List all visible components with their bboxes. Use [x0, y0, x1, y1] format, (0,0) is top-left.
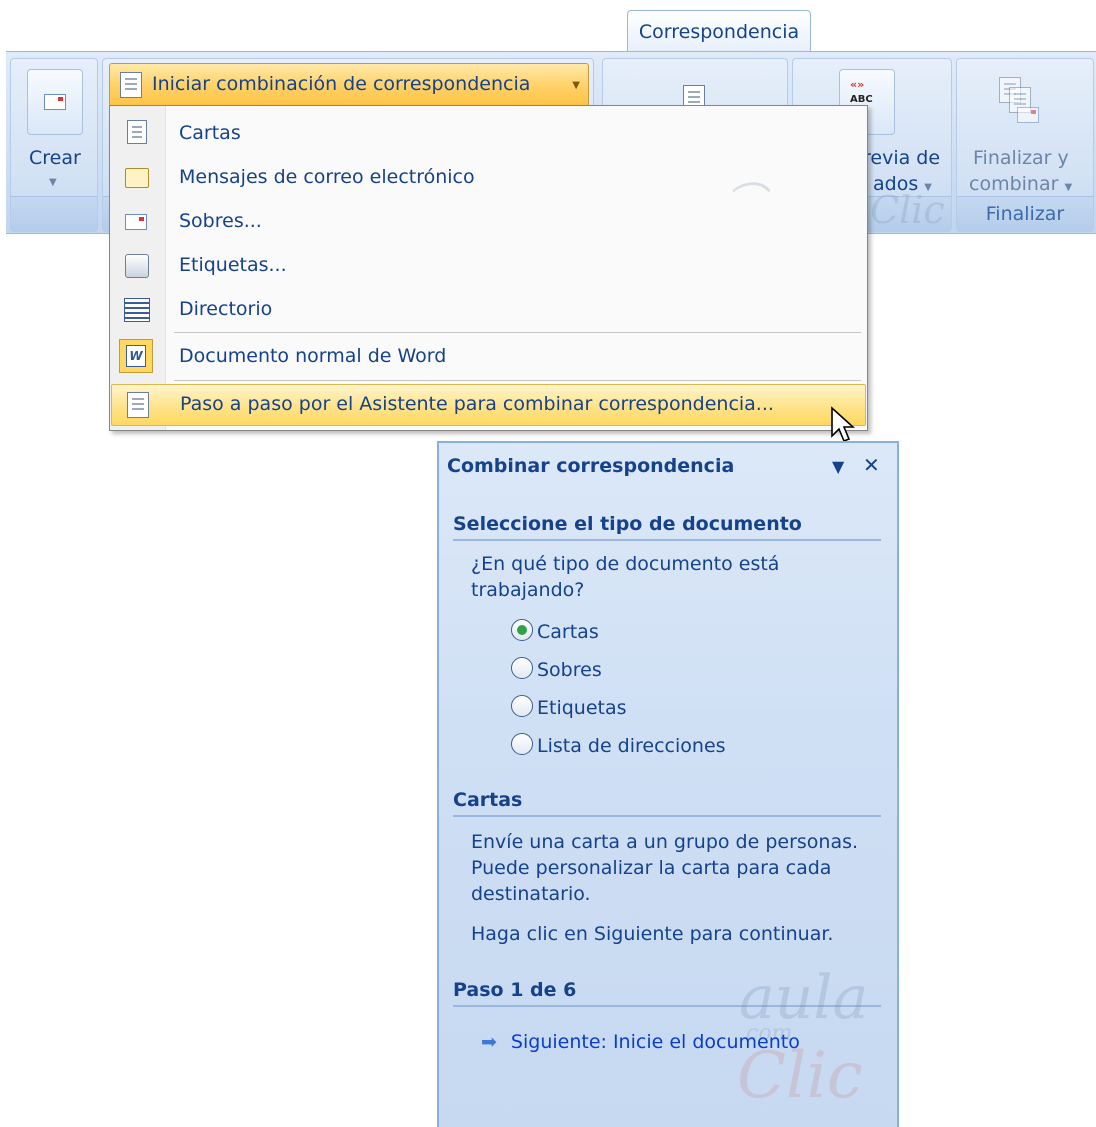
watermark-mouse: ⌒	[725, 180, 767, 226]
watermark-clic-top: Clic	[870, 188, 945, 232]
menu-item-etiquetas[interactable]: Etiquetas...	[111, 244, 864, 288]
finalizar-label-2[interactable]: combinar ▼	[969, 173, 1072, 195]
chevron-down-icon: ▼	[572, 80, 580, 91]
word-w-glyph: W	[126, 345, 146, 367]
section-title-tipo-documento: Seleccione el tipo de documento	[453, 513, 881, 541]
menu-item-directorio[interactable]: Directorio	[111, 288, 864, 332]
menu-item-label: Cartas	[179, 122, 241, 144]
menu-item-documento-normal[interactable]: W Documento normal de Word	[111, 335, 864, 379]
radio-option-lista-direcciones[interactable]: Lista de direcciones	[511, 733, 726, 757]
radio-unselected-icon[interactable]	[511, 657, 533, 679]
wizard-icon	[127, 392, 149, 418]
arrow-right-icon: ➡	[481, 1031, 497, 1053]
vista-previa-label-1: revia de	[863, 147, 941, 169]
menu-item-label: Documento normal de Word	[179, 345, 447, 367]
menu-item-label: Mensajes de correo electrónico	[179, 166, 475, 188]
menu-item-cartas[interactable]: Cartas	[111, 112, 864, 156]
word-doc-icon: W	[119, 339, 153, 373]
start-merge-label: Iniciar combinación de correspondencia	[152, 73, 531, 95]
radio-option-etiquetas[interactable]: Etiquetas	[511, 695, 627, 719]
preview-arrows-icon: «»	[850, 78, 865, 91]
menu-item-asistente[interactable]: Paso a paso por el Asistente para combin…	[111, 384, 866, 426]
radio-label: Lista de direcciones	[537, 735, 726, 757]
menu-separator	[174, 380, 861, 381]
finish-merge-icon	[999, 77, 1043, 129]
radio-option-sobres[interactable]: Sobres	[511, 657, 602, 681]
menu-item-label: Directorio	[179, 298, 273, 320]
radio-unselected-icon[interactable]	[511, 695, 533, 717]
menu-item-label: Paso a paso por el Asistente para combin…	[180, 393, 774, 415]
instruction-text: Haga clic en Siguiente para continuar.	[471, 923, 834, 945]
radio-label: Etiquetas	[537, 697, 627, 719]
group-label-finalizar: Finalizar	[957, 196, 1093, 231]
radio-unselected-icon[interactable]	[511, 733, 533, 755]
radio-label: Cartas	[537, 621, 599, 643]
question-text: ¿En qué tipo de documento está trabajand…	[471, 553, 780, 601]
radio-option-cartas[interactable]: Cartas	[511, 619, 599, 643]
envelope-icon	[125, 214, 147, 230]
menu-separator	[174, 332, 861, 333]
start-merge-button[interactable]: Iniciar combinación de correspondencia ▼	[109, 63, 589, 107]
directory-icon	[124, 298, 150, 322]
abc-icon: ABC	[850, 94, 873, 105]
mouse-cursor-icon	[831, 406, 856, 443]
radio-label: Sobres	[537, 659, 602, 681]
chevron-down-icon: ▼	[1064, 182, 1073, 193]
pane-menu-dropdown-icon[interactable]: ▼	[832, 457, 844, 476]
envelope-icon	[44, 94, 66, 110]
chevron-down-icon: ▼	[49, 177, 57, 188]
start-merge-menu: Cartas Mensajes de correo electrónico So…	[109, 105, 868, 431]
next-step-label[interactable]: Siguiente: Inicie el documento	[511, 1031, 800, 1053]
crear-label: Crear	[29, 147, 81, 169]
envelope-icon	[1017, 107, 1039, 123]
description-text: Envíe una carta a un grupo de personas. …	[471, 831, 859, 905]
labels-icon	[125, 254, 149, 278]
pane-title: Combinar correspondencia	[447, 455, 735, 477]
group-label-crear	[11, 196, 97, 231]
close-icon[interactable]: ✕	[863, 453, 880, 477]
group-finalizar: Finalizar y combinar ▼ Finalizar	[956, 58, 1094, 232]
tab-correspondencia[interactable]: Correspondencia	[627, 10, 811, 51]
menu-item-label: Etiquetas...	[179, 254, 287, 276]
crear-button[interactable]	[27, 69, 83, 135]
radio-selected-icon[interactable]	[511, 619, 533, 641]
email-icon	[125, 168, 149, 188]
finalizar-label-1[interactable]: Finalizar y	[973, 147, 1069, 169]
menu-item-label: Sobres...	[179, 210, 262, 232]
next-step-link[interactable]: ➡ Siguiente: Inicie el documento	[481, 1031, 800, 1053]
group-crear: Crear ▼	[10, 58, 98, 232]
section-title-cartas: Cartas	[453, 789, 881, 817]
mail-merge-task-pane: Combinar correspondencia ▼ ✕ Seleccione …	[437, 441, 899, 1127]
document-icon	[127, 120, 147, 144]
merge-document-icon	[120, 72, 142, 98]
